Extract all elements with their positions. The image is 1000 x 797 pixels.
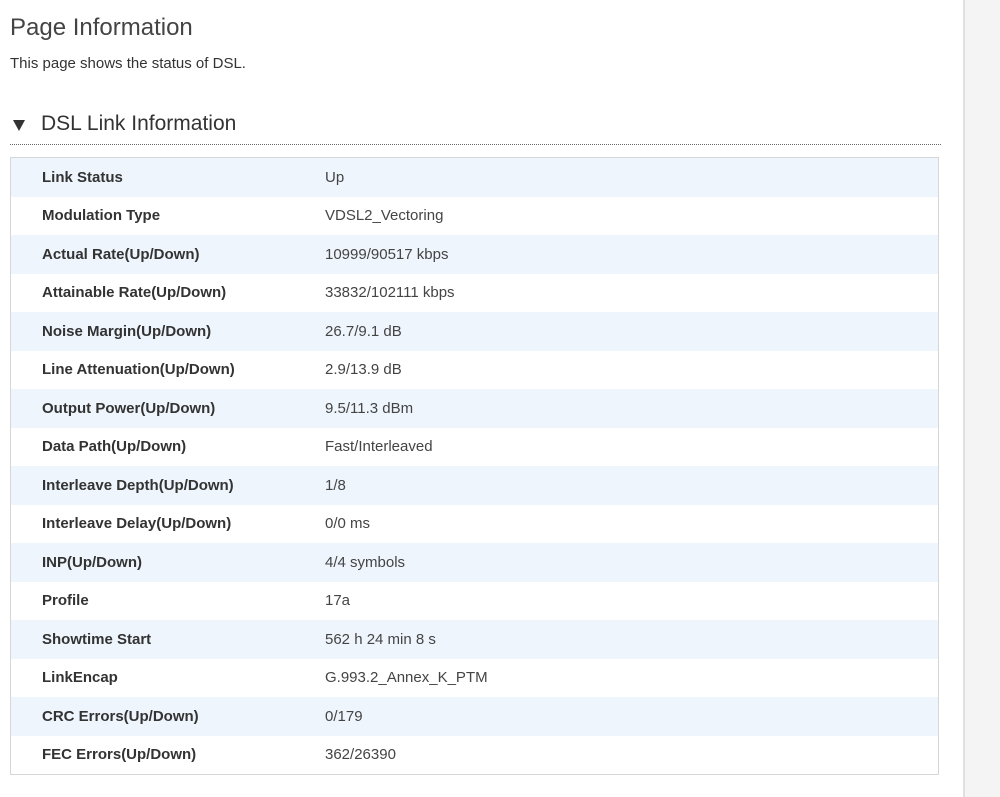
section-title: DSL Link Information	[41, 112, 237, 135]
table-row: Output Power(Up/Down) 9.5/11.3 dBm	[10, 389, 939, 428]
row-label: Modulation Type	[10, 196, 325, 235]
row-value: 17a	[325, 581, 939, 620]
row-value: VDSL2_Vectoring	[325, 196, 939, 235]
row-value: G.993.2_Annex_K_PTM	[325, 658, 939, 697]
row-label: LinkEncap	[10, 658, 325, 697]
row-value: 9.5/11.3 dBm	[325, 389, 939, 428]
table-row: Link Status Up	[10, 157, 939, 197]
table-row: Attainable Rate(Up/Down) 33832/102111 kbp…	[10, 273, 939, 312]
row-value: 0/179	[325, 697, 939, 736]
row-label: Attainable Rate(Up/Down)	[10, 273, 325, 312]
row-label: Output Power(Up/Down)	[10, 389, 325, 428]
dsl-link-section-header[interactable]: DSL Link Information	[10, 108, 941, 145]
row-label: Line Attenuation(Up/Down)	[10, 350, 325, 389]
row-value: 362/26390	[325, 735, 939, 775]
row-value: Up	[325, 157, 939, 197]
dsl-info-table: Link Status Up Modulation Type VDSL2_Vector…	[10, 157, 939, 775]
row-label: Noise Margin(Up/Down)	[10, 312, 325, 351]
row-label: Interleave Depth(Up/Down)	[10, 466, 325, 505]
page-title: Page Information	[10, 14, 193, 41]
table-row: CRC Errors(Up/Down) 0/179	[10, 697, 939, 736]
table-row: LinkEncap G.993.2_Annex_K_PTM	[10, 658, 939, 697]
page-description: This page shows the status of DSL.	[10, 55, 246, 72]
table-row: INP(Up/Down) 4/4 symbols	[10, 543, 939, 582]
row-value: Fast/Interleaved	[325, 427, 939, 466]
table-row: Interleave Delay(Up/Down) 0/0 ms	[10, 504, 939, 543]
table-row: Noise Margin(Up/Down) 26.7/9.1 dB	[10, 312, 939, 351]
row-label: Showtime Start	[10, 620, 325, 659]
row-label: Link Status	[10, 157, 325, 197]
table-row: Profile 17a	[10, 581, 939, 620]
row-label: Data Path(Up/Down)	[10, 427, 325, 466]
row-label: Interleave Delay(Up/Down)	[10, 504, 325, 543]
dsl-info-table-body: Link Status Up Modulation Type VDSL2_Vector…	[10, 157, 939, 775]
scrollbar-gutter[interactable]	[963, 0, 1000, 797]
table-row: Line Attenuation(Up/Down) 2.9/13.9 dB	[10, 350, 939, 389]
row-label: Profile	[10, 581, 325, 620]
row-value: 26.7/9.1 dB	[325, 312, 939, 351]
table-row: FEC Errors(Up/Down) 362/26390	[10, 735, 939, 775]
table-row: Actual Rate(Up/Down) 10999/90517 kbps	[10, 235, 939, 274]
table-row: Interleave Depth(Up/Down) 1/8	[10, 466, 939, 505]
triangle-down-icon[interactable]	[13, 119, 25, 131]
row-value: 2.9/13.9 dB	[325, 350, 939, 389]
page: Page Information This page shows the sta…	[0, 0, 1000, 797]
row-label: FEC Errors(Up/Down)	[10, 735, 325, 775]
table-row: Data Path(Up/Down) Fast/Interleaved	[10, 427, 939, 466]
row-label: CRC Errors(Up/Down)	[10, 697, 325, 736]
row-label: INP(Up/Down)	[10, 543, 325, 582]
main-content: Page Information This page shows the sta…	[0, 0, 963, 797]
row-label: Actual Rate(Up/Down)	[10, 235, 325, 274]
row-value: 33832/102111 kbps	[325, 273, 939, 312]
row-value: 10999/90517 kbps	[325, 235, 939, 274]
table-row: Modulation Type VDSL2_Vectoring	[10, 196, 939, 235]
table-row: Showtime Start 562 h 24 min 8 s	[10, 620, 939, 659]
row-value: 1/8	[325, 466, 939, 505]
row-value: 4/4 symbols	[325, 543, 939, 582]
row-value: 0/0 ms	[325, 504, 939, 543]
row-value: 562 h 24 min 8 s	[325, 620, 939, 659]
